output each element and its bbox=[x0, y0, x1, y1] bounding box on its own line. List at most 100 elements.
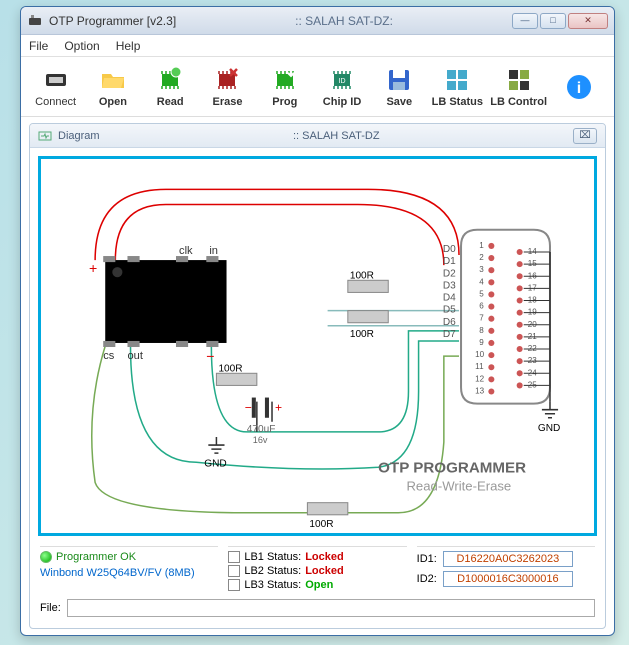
menu-option[interactable]: Option bbox=[64, 39, 99, 53]
svg-text:6: 6 bbox=[479, 302, 484, 311]
prog-button[interactable]: Prog bbox=[260, 66, 310, 108]
svg-text:D4: D4 bbox=[443, 293, 456, 304]
svg-text:D7: D7 bbox=[443, 329, 456, 340]
svg-text:100R: 100R bbox=[350, 329, 374, 340]
file-row: File: bbox=[30, 595, 605, 623]
svg-text:i: i bbox=[577, 80, 581, 97]
diagram-icon bbox=[38, 129, 52, 143]
lbstatus-button[interactable]: LB Status bbox=[432, 66, 483, 108]
status-led-icon bbox=[40, 551, 52, 563]
svg-text:GND: GND bbox=[538, 423, 560, 434]
svg-text:OTP PROGRAMMER: OTP PROGRAMMER bbox=[378, 459, 526, 476]
svg-text:out: out bbox=[127, 350, 142, 362]
open-button[interactable]: Open bbox=[88, 66, 138, 108]
svg-text:3: 3 bbox=[479, 265, 484, 274]
id1-value: D16220A0C3262023 bbox=[443, 551, 573, 567]
svg-text:Read-Write-Erase: Read-Write-Erase bbox=[406, 479, 511, 494]
diagram-panel: Diagram :: SALAH SAT-DZ ⌧ c bbox=[29, 123, 606, 629]
diagram-close-button[interactable]: ⌧ bbox=[573, 128, 597, 144]
lb1-value: Locked bbox=[305, 551, 344, 563]
lb1-checkbox[interactable] bbox=[228, 551, 240, 563]
svg-text:100R: 100R bbox=[350, 270, 374, 281]
svg-text:D1: D1 bbox=[443, 256, 456, 267]
file-label: File: bbox=[40, 602, 61, 614]
svg-text:D2: D2 bbox=[443, 268, 456, 279]
svg-text:8: 8 bbox=[479, 326, 484, 335]
erase-button[interactable]: Erase bbox=[202, 66, 252, 108]
folder-open-icon bbox=[99, 66, 127, 94]
svg-text:470uF: 470uF bbox=[247, 424, 276, 435]
programmer-status-text: Programmer OK bbox=[56, 551, 136, 563]
info-icon: i bbox=[565, 73, 593, 101]
connect-label: Connect bbox=[35, 96, 76, 108]
lbstatus-icon bbox=[443, 66, 471, 94]
chip-id-icon: ID bbox=[328, 66, 356, 94]
svg-text:+: + bbox=[89, 260, 97, 276]
diagram-subtitle: :: SALAH SAT-DZ bbox=[100, 130, 573, 142]
lb2-checkbox[interactable] bbox=[228, 565, 240, 577]
chip-erase-icon bbox=[213, 66, 241, 94]
menu-file[interactable]: File bbox=[29, 39, 48, 53]
main-window: OTP Programmer [v2.3] :: SALAH SAT-DZ: —… bbox=[20, 6, 615, 636]
save-button[interactable]: Save bbox=[374, 66, 424, 108]
close-button[interactable]: ✕ bbox=[568, 13, 608, 29]
lbcontrol-button[interactable]: LB Control bbox=[490, 66, 547, 108]
lb3-value: Open bbox=[305, 579, 333, 591]
id-panel: ID1:D16220A0C3262023 ID2:D1000016C300001… bbox=[417, 546, 595, 591]
svg-text:13: 13 bbox=[475, 387, 484, 396]
svg-text:9: 9 bbox=[479, 338, 484, 347]
svg-text:in: in bbox=[209, 245, 218, 257]
svg-text:GND: GND bbox=[204, 458, 226, 469]
svg-text:2: 2 bbox=[479, 253, 484, 262]
svg-text:+: + bbox=[275, 401, 282, 415]
chipid-label: Chip ID bbox=[323, 96, 362, 108]
svg-text:clk: clk bbox=[179, 245, 193, 257]
lb-status-panel: LB1 Status: Locked LB2 Status: Locked LB… bbox=[228, 546, 406, 593]
svg-text:D3: D3 bbox=[443, 280, 456, 291]
id1-label: ID1: bbox=[417, 553, 437, 565]
save-icon bbox=[385, 66, 413, 94]
lb2-value: Locked bbox=[305, 565, 344, 577]
svg-text:D5: D5 bbox=[443, 305, 456, 316]
svg-text:16v: 16v bbox=[253, 435, 268, 445]
lb2-label: LB2 Status: bbox=[244, 565, 301, 577]
svg-text:D6: D6 bbox=[443, 317, 456, 328]
svg-text:4: 4 bbox=[479, 277, 484, 286]
lbcontrol-label: LB Control bbox=[490, 96, 547, 108]
chip-link[interactable]: Winbond W25Q64BV/FV (8MB) bbox=[40, 567, 195, 579]
info-button[interactable]: i bbox=[554, 73, 604, 101]
read-label: Read bbox=[157, 96, 184, 108]
lb3-label: LB3 Status: bbox=[244, 579, 301, 591]
chipid-button[interactable]: ID Chip ID bbox=[317, 66, 367, 108]
window-subtitle: :: SALAH SAT-DZ: bbox=[176, 14, 512, 28]
erase-label: Erase bbox=[212, 96, 242, 108]
svg-text:7: 7 bbox=[479, 314, 484, 323]
minimize-button[interactable]: — bbox=[512, 13, 538, 29]
svg-text:10: 10 bbox=[475, 350, 484, 359]
connect-button[interactable]: Connect bbox=[31, 66, 81, 108]
svg-text:11: 11 bbox=[475, 362, 484, 371]
svg-text:D0: D0 bbox=[443, 244, 456, 255]
svg-text:5: 5 bbox=[479, 289, 484, 298]
read-button[interactable]: Read bbox=[145, 66, 195, 108]
status-row: Programmer OK Winbond W25Q64BV/FV (8MB) … bbox=[30, 544, 605, 595]
lb3-checkbox[interactable] bbox=[228, 579, 240, 591]
svg-text:−: − bbox=[245, 401, 252, 415]
connect-icon bbox=[42, 66, 70, 94]
menu-help[interactable]: Help bbox=[116, 39, 141, 53]
svg-text:−: − bbox=[206, 348, 214, 364]
svg-text:1: 1 bbox=[479, 241, 484, 250]
chip-read-icon bbox=[156, 66, 184, 94]
chip-prog-icon bbox=[271, 66, 299, 94]
maximize-button[interactable]: □ bbox=[540, 13, 566, 29]
lb1-label: LB1 Status: bbox=[244, 551, 301, 563]
prog-label: Prog bbox=[272, 96, 297, 108]
menubar: File Option Help bbox=[21, 35, 614, 57]
titlebar: OTP Programmer [v2.3] :: SALAH SAT-DZ: —… bbox=[21, 7, 614, 35]
lbstatus-label: LB Status bbox=[432, 96, 483, 108]
file-input[interactable] bbox=[67, 599, 595, 617]
lbcontrol-icon bbox=[505, 66, 533, 94]
id2-value: D1000016C3000016 bbox=[443, 571, 573, 587]
app-icon bbox=[27, 13, 43, 29]
window-title: OTP Programmer [v2.3] bbox=[49, 14, 176, 28]
